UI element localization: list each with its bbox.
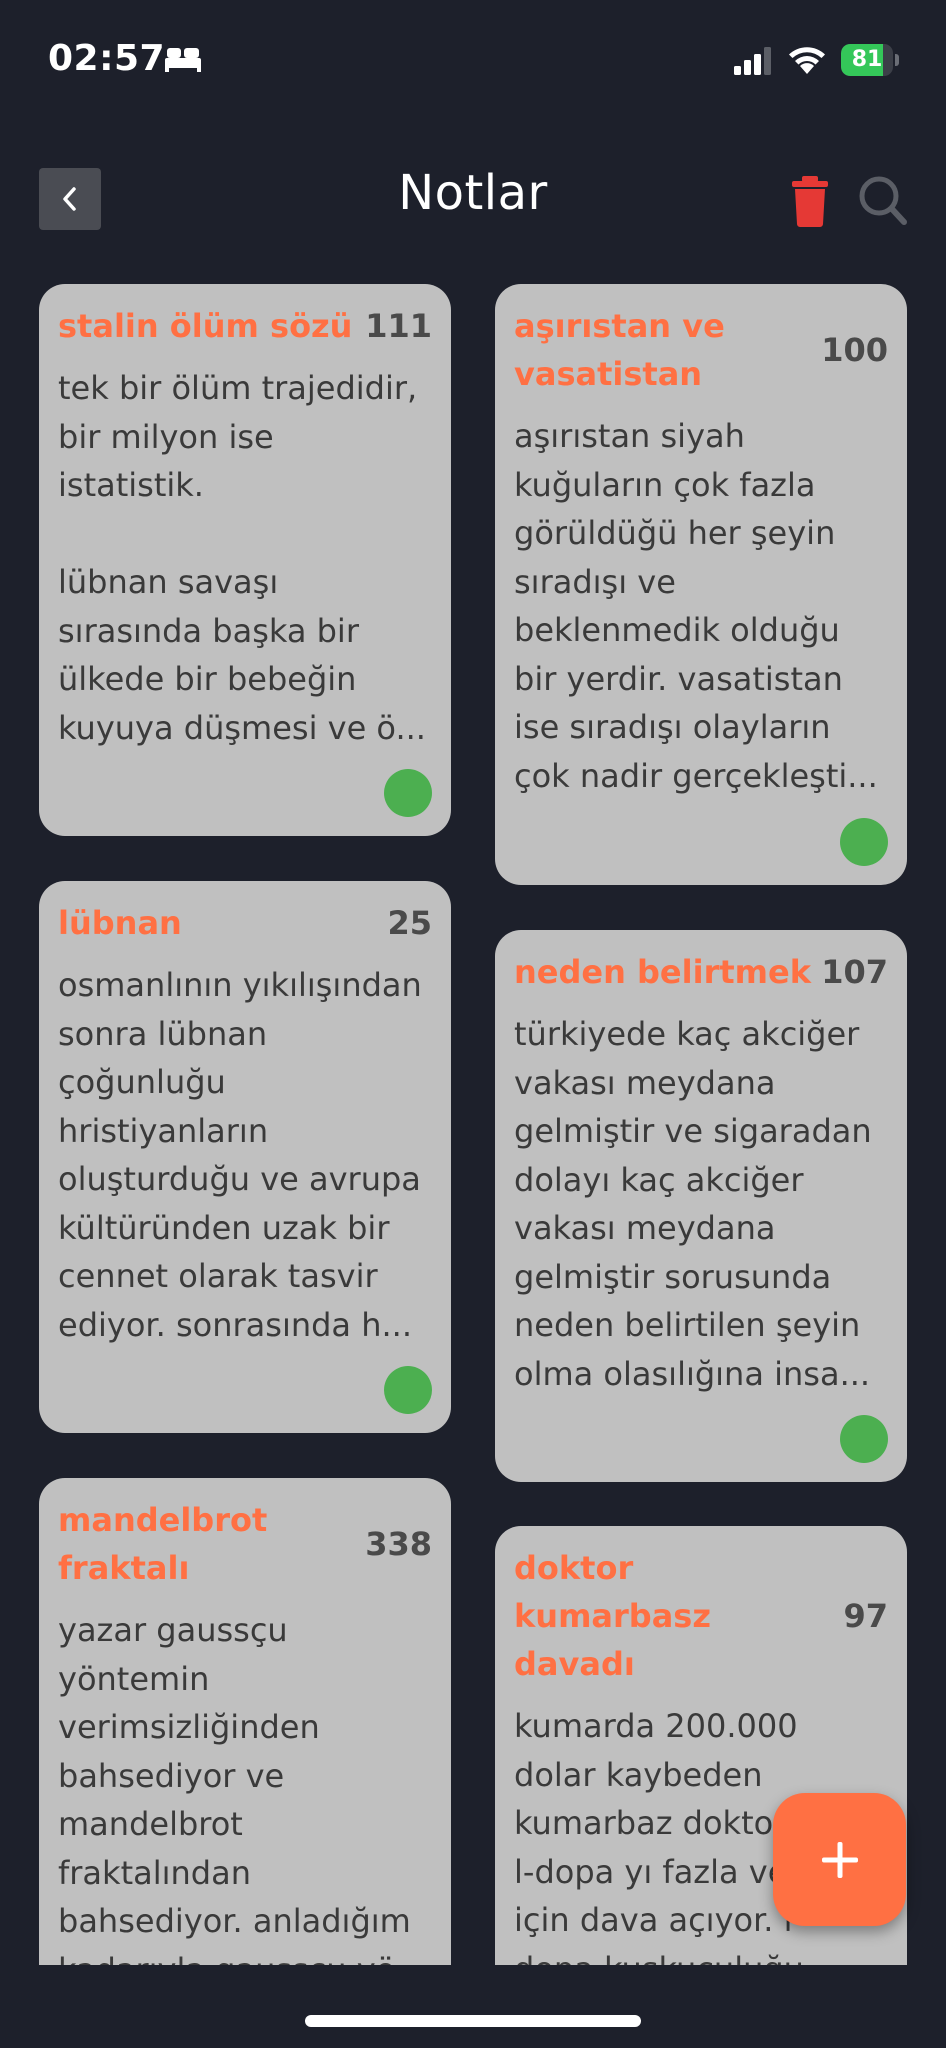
signal-icon <box>734 47 771 75</box>
status-dot <box>840 818 888 866</box>
note-count: 111 <box>365 307 432 345</box>
delete-button[interactable] <box>788 172 832 228</box>
notes-grid: stalin ölüm sözü 111 tek bir ölüm trajed… <box>0 270 946 1965</box>
status-time: 02:57 <box>48 38 166 79</box>
note-card[interactable]: neden belirtmek 107 türkiyede kaç akciğe… <box>495 930 907 1482</box>
note-count: 100 <box>821 331 888 369</box>
status-dot <box>840 1415 888 1463</box>
note-card[interactable]: aşırıstan ve vasatistan 100 aşırıstan si… <box>495 284 907 885</box>
note-count: 107 <box>821 953 888 991</box>
note-title: doktor kumarbasz davadı <box>514 1549 711 1683</box>
note-card[interactable]: mandelbrot fraktalı 338 yazar gaussçu yö… <box>39 1478 451 1965</box>
battery-icon: 81 <box>841 44 899 76</box>
battery-percent: 81 <box>851 47 883 72</box>
status-dot <box>384 1366 432 1414</box>
note-title: lübnan <box>58 904 182 942</box>
note-body: osmanlının yıkılışından sonra lübnan çoğ… <box>58 966 422 1344</box>
note-body: yazar gaussçu yöntemin verimsizliğinden … <box>58 1611 425 1965</box>
note-title: aşırıstan ve vasatistan <box>514 307 725 393</box>
add-note-button[interactable] <box>773 1793 906 1926</box>
note-card[interactable]: stalin ölüm sözü 111 tek bir ölüm trajed… <box>39 284 451 836</box>
note-title: neden belirtmek <box>514 953 811 991</box>
search-icon <box>859 176 907 225</box>
home-indicator[interactable] <box>305 2015 641 2027</box>
trash-icon <box>792 176 828 227</box>
note-title: stalin ölüm sözü <box>58 307 353 345</box>
note-count: 25 <box>387 904 432 942</box>
plus-icon <box>821 1841 858 1878</box>
note-title: mandelbrot fraktalı <box>58 1501 268 1587</box>
status-dot <box>384 769 432 817</box>
note-body: aşırıstan siyah kuğuların çok fazla görü… <box>514 417 878 795</box>
note-body: türkiyede kaç akciğer vakası meydana gel… <box>514 1015 872 1393</box>
note-count: 97 <box>843 1597 888 1635</box>
note-card[interactable]: lübnan 25 osmanlının yıkılışından sonra … <box>39 881 451 1433</box>
search-button[interactable] <box>856 172 910 228</box>
bed-icon <box>165 48 201 72</box>
note-count: 338 <box>365 1525 432 1563</box>
status-bar: 02:57 81 <box>0 0 946 120</box>
note-body: tek bir ölüm trajedidir, bir milyon ise … <box>58 369 426 747</box>
wifi-icon <box>789 47 825 74</box>
